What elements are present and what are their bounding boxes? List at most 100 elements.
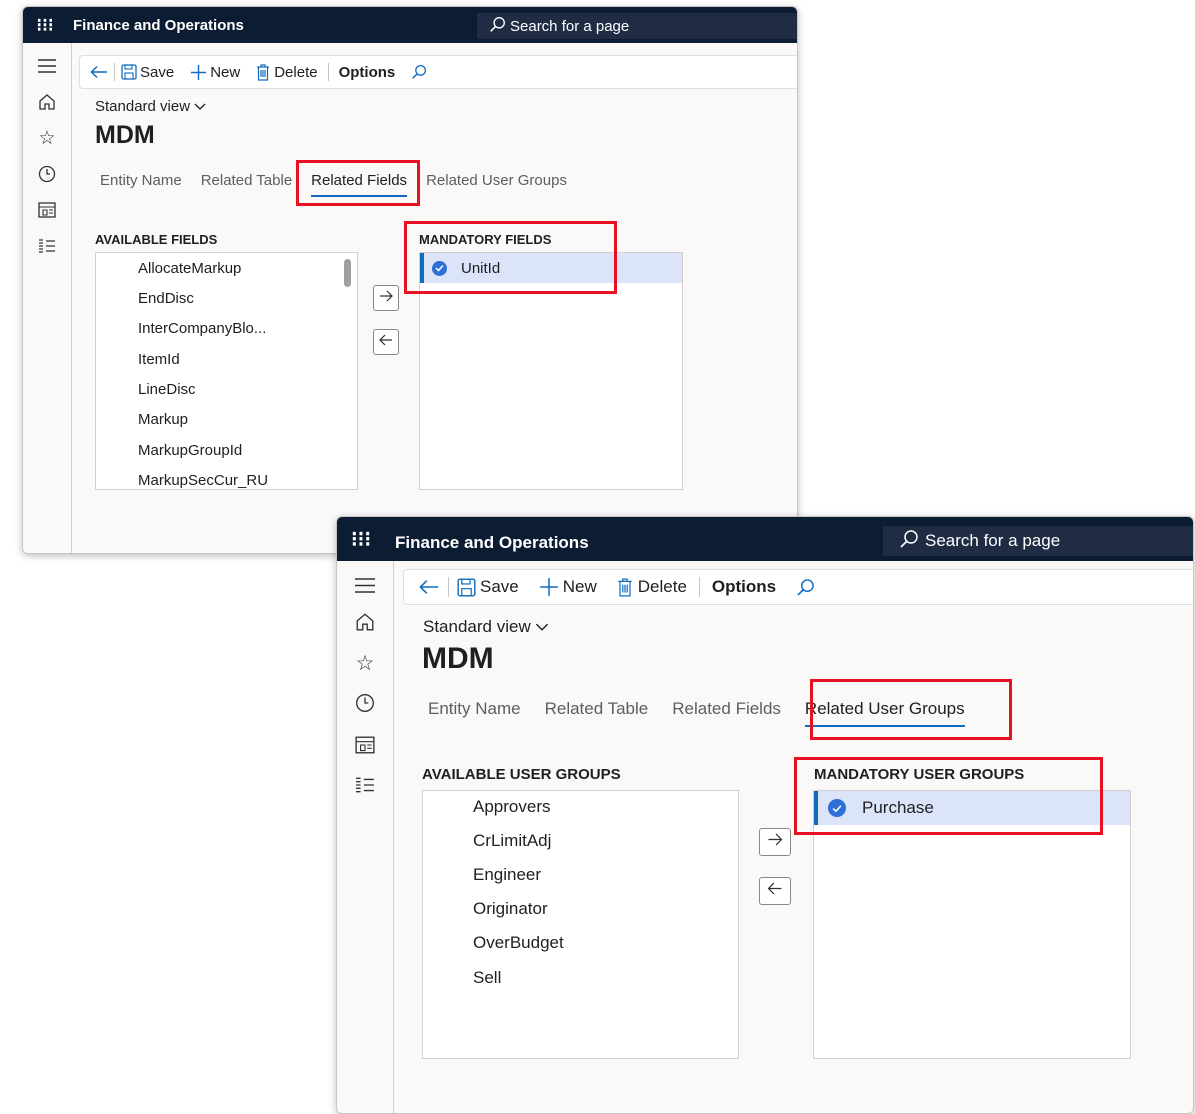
- available-fields-label: AVAILABLE FIELDS: [95, 232, 218, 247]
- tab-related-user-groups[interactable]: Related User Groups: [426, 172, 567, 189]
- highlight-box: [404, 221, 617, 294]
- list-item[interactable]: MarkupGroupId: [138, 442, 242, 459]
- page-title: MDM: [422, 642, 494, 675]
- app-title: Finance and Operations: [395, 533, 589, 552]
- clock-icon[interactable]: [337, 691, 393, 715]
- add-button[interactable]: [759, 828, 791, 856]
- search-placeholder: Search for a page: [510, 17, 630, 35]
- tab-entity-name[interactable]: Entity Name: [100, 172, 182, 189]
- search-icon: [796, 578, 815, 597]
- list-item[interactable]: Markup: [138, 411, 188, 428]
- search-box[interactable]: Search for a page: [477, 13, 797, 39]
- arrow-left-icon: [379, 333, 393, 351]
- star-icon[interactable]: ☆: [23, 127, 71, 149]
- delete-button[interactable]: Delete: [609, 577, 699, 597]
- list-item[interactable]: CrLimitAdj: [473, 831, 551, 851]
- list-icon[interactable]: [23, 235, 71, 257]
- clock-icon[interactable]: [23, 163, 71, 185]
- tab-related-fields[interactable]: Related Fields: [672, 699, 781, 719]
- new-button[interactable]: New: [184, 64, 250, 81]
- highlight-box: [794, 757, 1103, 835]
- highlight-box: [810, 679, 1012, 740]
- chevron-down-icon: [535, 617, 549, 636]
- available-user-groups-label: AVAILABLE USER GROUPS: [422, 766, 621, 783]
- plus-icon: [190, 64, 207, 81]
- view-name: Standard view: [95, 98, 191, 115]
- arrow-right-icon: [767, 833, 783, 851]
- view-name: Standard view: [423, 617, 531, 636]
- back-button[interactable]: [404, 579, 448, 595]
- save-button[interactable]: Save: [449, 577, 531, 597]
- trash-icon: [617, 578, 633, 597]
- list-item[interactable]: Engineer: [473, 865, 541, 885]
- top-bar: ⁝⁝⁝ Finance and Operations Search for a …: [23, 7, 797, 43]
- options-button[interactable]: Options: [700, 577, 790, 597]
- action-search-button[interactable]: [790, 578, 827, 597]
- save-icon: [457, 577, 476, 597]
- new-label: New: [210, 63, 241, 81]
- nav-rail: ☆: [23, 43, 72, 553]
- workspace-icon[interactable]: [23, 199, 71, 221]
- back-button[interactable]: [80, 65, 114, 79]
- list-item[interactable]: InterCompanyBlo...: [138, 320, 266, 337]
- delete-label: Delete: [274, 63, 318, 81]
- back-arrow-icon: [418, 579, 440, 595]
- hamburger-icon[interactable]: [337, 573, 393, 597]
- remove-button[interactable]: [373, 329, 399, 355]
- new-label: New: [562, 577, 597, 596]
- highlight-box: [296, 160, 420, 206]
- top-bar: ⁝⁝⁝ Finance and Operations Search for a …: [337, 517, 1193, 561]
- save-label: Save: [140, 63, 175, 81]
- arrow-right-icon: [379, 289, 393, 307]
- remove-button[interactable]: [759, 877, 791, 905]
- list-item[interactable]: AllocateMarkup: [138, 260, 241, 277]
- view-selector[interactable]: Standard view: [95, 98, 206, 115]
- back-arrow-icon: [90, 65, 108, 79]
- hamburger-icon[interactable]: [23, 55, 71, 77]
- chevron-down-icon: [194, 98, 206, 115]
- app-title: Finance and Operations: [73, 17, 244, 34]
- delete-label: Delete: [637, 577, 687, 596]
- window-related-user-groups: ⁝⁝⁝ Finance and Operations Search for a …: [336, 516, 1194, 1114]
- save-label: Save: [480, 577, 519, 596]
- waffle-icon[interactable]: ⁝⁝⁝: [29, 11, 61, 39]
- view-selector[interactable]: Standard view: [423, 617, 549, 637]
- available-fields-list[interactable]: AllocateMarkup EndDisc InterCompanyBlo..…: [95, 252, 358, 490]
- search-icon: [899, 529, 919, 554]
- new-button[interactable]: New: [531, 577, 609, 597]
- save-button[interactable]: Save: [115, 64, 184, 81]
- list-item[interactable]: MarkupSecCur_RU: [138, 472, 268, 489]
- page-title: MDM: [95, 121, 155, 149]
- list-icon[interactable]: [337, 773, 393, 797]
- list-item[interactable]: Approvers: [473, 797, 550, 817]
- delete-button[interactable]: Delete: [250, 64, 327, 81]
- action-bar: Save New Delete Options: [403, 569, 1193, 605]
- arrow-left-icon: [767, 882, 783, 900]
- list-item[interactable]: LineDisc: [138, 381, 196, 398]
- tab-entity-name[interactable]: Entity Name: [428, 699, 521, 719]
- action-bar: Save New Delete Options: [79, 55, 797, 89]
- tab-related-table[interactable]: Related Table: [201, 172, 292, 189]
- add-button[interactable]: [373, 285, 399, 311]
- trash-icon: [256, 63, 270, 81]
- nav-rail: ☆: [337, 561, 394, 1113]
- options-button[interactable]: Options: [329, 64, 408, 81]
- search-placeholder: Search for a page: [925, 531, 1061, 550]
- home-icon[interactable]: [337, 610, 393, 634]
- scrollbar-thumb[interactable]: [344, 259, 351, 287]
- workspace-icon[interactable]: [337, 733, 393, 757]
- list-item[interactable]: OverBudget: [473, 933, 564, 953]
- search-icon: [489, 16, 506, 37]
- list-item[interactable]: EndDisc: [138, 290, 194, 307]
- star-icon[interactable]: ☆: [337, 651, 393, 675]
- action-search-button[interactable]: [407, 64, 437, 80]
- home-icon[interactable]: [23, 91, 71, 113]
- window-related-fields: ⁝⁝⁝ Finance and Operations Search for a …: [22, 6, 798, 554]
- list-item[interactable]: Originator: [473, 899, 548, 919]
- available-user-groups-list[interactable]: Approvers CrLimitAdj Engineer Originator…: [422, 790, 739, 1059]
- list-item[interactable]: Sell: [473, 968, 501, 988]
- tab-related-table[interactable]: Related Table: [545, 699, 649, 719]
- waffle-icon[interactable]: ⁝⁝⁝: [343, 523, 379, 555]
- search-box[interactable]: Search for a page: [883, 526, 1193, 556]
- list-item[interactable]: ItemId: [138, 351, 180, 368]
